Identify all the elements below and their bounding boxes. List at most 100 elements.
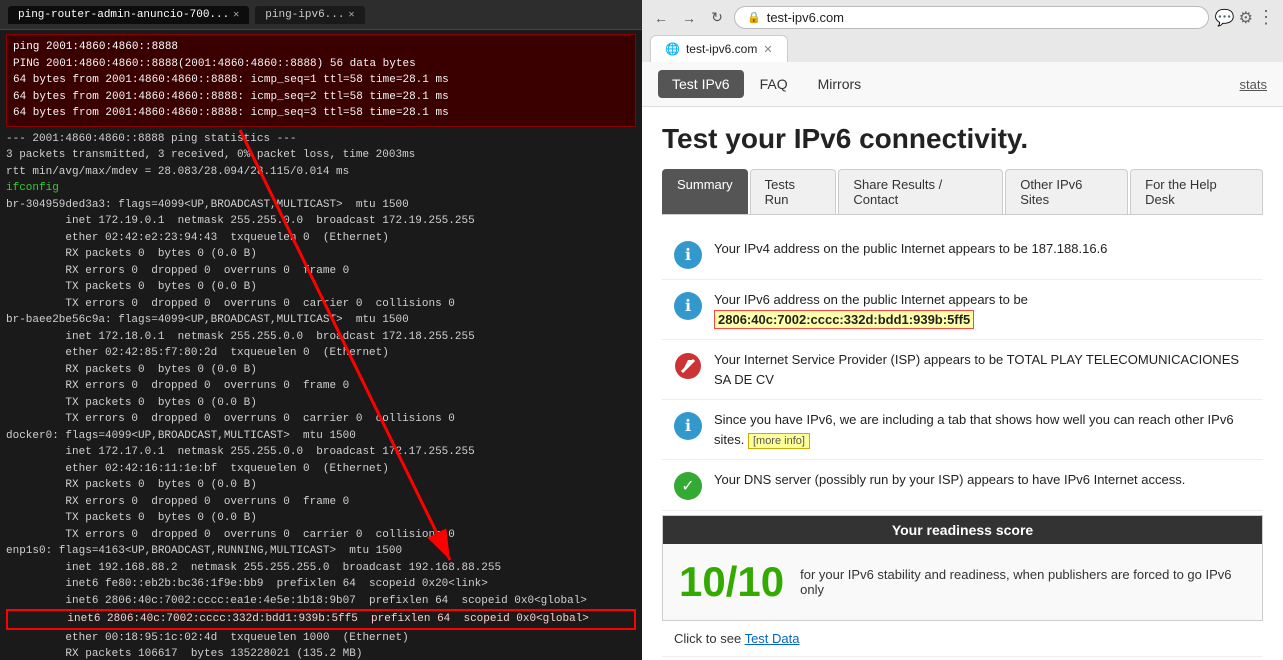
- back-button[interactable]: ←: [650, 7, 672, 29]
- stats-link[interactable]: stats: [1240, 77, 1267, 92]
- ping-output-block: ping 2001:4860:4860::8888 PING 2001:4860…: [6, 34, 636, 127]
- ipv6-address-highlight: 2806:40c:7002:cccc:332d:bdd1:939b:5ff5: [714, 310, 974, 329]
- terminal-line: 3 packets transmitted, 3 received, 0% pa…: [6, 147, 636, 164]
- readiness-header: Your readiness score: [663, 516, 1262, 544]
- readiness-body: 10/10 for your IPv6 stability and readin…: [663, 544, 1262, 620]
- terminal-line: TX errors 0 dropped 0 overruns 0 carrier…: [6, 411, 636, 428]
- terminal-line: rtt min/avg/max/mdev = 28.083/28.094/28.…: [6, 164, 636, 181]
- terminal-line: inet6 2806:40c:7002:cccc:ea1e:4e5e:1b18:…: [6, 593, 636, 610]
- info-icon-since: ℹ: [674, 412, 702, 440]
- nav-link-mirrors[interactable]: Mirrors: [804, 70, 876, 98]
- updated-stats: (Updated server side IPv6 readiness stat…: [662, 656, 1263, 660]
- terminal-tab-label: ping-router-admin-anuncio-700...: [18, 9, 229, 21]
- browser-toolbar-icons: 💬 ⚙ ⋮: [1215, 7, 1275, 28]
- terminal-line: PING 2001:4860:4860::8888(2001:4860:4860…: [13, 56, 629, 73]
- url-text: test-ipv6.com: [767, 10, 844, 25]
- more-info-link[interactable]: [more info]: [748, 433, 810, 449]
- nav-link-test-ipv6[interactable]: Test IPv6: [658, 70, 744, 98]
- info-text-ipv4: Your IPv4 address on the public Internet…: [714, 239, 1107, 259]
- terminal-line: inet6 fe80::eb2b:bc36:1f9e:bb9 prefixlen…: [6, 576, 636, 593]
- nav-link-faq[interactable]: FAQ: [746, 70, 802, 98]
- info-item-ipv4: ℹ Your IPv4 address on the public Intern…: [662, 229, 1263, 280]
- terminal-line: br-304959ded3a3: flags=4099<UP,BROADCAST…: [6, 197, 636, 214]
- content-tabs: Summary Tests Run Share Results / Contac…: [662, 169, 1263, 215]
- terminal-line: inet 172.19.0.1 netmask 255.255.0.0 broa…: [6, 213, 636, 230]
- terminal-line: RX packets 106617 bytes 135228021 (135.2…: [6, 646, 636, 660]
- info-text-isp: Your Internet Service Provider (ISP) app…: [714, 350, 1251, 389]
- info-icon-ipv6: ℹ: [674, 292, 702, 320]
- reload-button[interactable]: ↻: [706, 7, 728, 29]
- page-title: Test your IPv6 connectivity.: [662, 123, 1263, 155]
- tab-other-ipv6-sites[interactable]: Other IPv6 Sites: [1005, 169, 1128, 214]
- terminal-line: inet 172.18.0.1 netmask 255.255.0.0 broa…: [6, 329, 636, 346]
- readiness-score: 10/10: [679, 558, 784, 606]
- address-bar[interactable]: 🔒 test-ipv6.com: [734, 6, 1209, 29]
- terminal-tab-inactive[interactable]: ping-ipv6... ✕: [255, 6, 364, 24]
- arrow-icon: [674, 352, 702, 380]
- test-data-section: Click to see Test Data: [662, 621, 1263, 656]
- ipv6-text-prefix: Your IPv6 address on the public Internet…: [714, 292, 1028, 307]
- menu-icon[interactable]: ⋮: [1257, 7, 1275, 28]
- tab-share-results[interactable]: Share Results / Contact: [838, 169, 1003, 214]
- extension-icon[interactable]: ⚙: [1239, 8, 1253, 28]
- terminal-line: ether 02:42:16:11:1e:bf txqueuelen 0 (Et…: [6, 461, 636, 478]
- terminal-line: RX packets 0 bytes 0 (0.0 B): [6, 362, 636, 379]
- test-data-link[interactable]: Test Data: [745, 631, 800, 646]
- info-item-dns: ✓ Your DNS server (possibly run by your …: [662, 460, 1263, 511]
- translate-icon[interactable]: 💬: [1215, 8, 1235, 28]
- close-icon-2[interactable]: ✕: [348, 9, 354, 21]
- browser-panel: ← → ↻ 🔒 test-ipv6.com 💬 ⚙ ⋮ 🌐 test-ipv6.…: [642, 0, 1283, 660]
- info-icon-ipv4: ℹ: [674, 241, 702, 269]
- browser-tab[interactable]: 🌐 test-ipv6.com ✕: [650, 35, 788, 62]
- terminal-line: TX packets 0 bytes 0 (0.0 B): [6, 279, 636, 296]
- terminal-line: enp1s0: flags=4163<UP,BROADCAST,RUNNING,…: [6, 543, 636, 560]
- terminal-tab-label-2: ping-ipv6...: [265, 9, 344, 21]
- terminal-line: TX packets 0 bytes 0 (0.0 B): [6, 510, 636, 527]
- browser-chrome: ← → ↻ 🔒 test-ipv6.com 💬 ⚙ ⋮ 🌐 test-ipv6.…: [642, 0, 1283, 62]
- close-icon[interactable]: ✕: [233, 9, 239, 21]
- site-main-content: Test your IPv6 connectivity. Summary Tes…: [642, 107, 1283, 660]
- info-item-ipv6: ℹ Your IPv6 address on the public Intern…: [662, 280, 1263, 340]
- info-text-dns: Your DNS server (possibly run by your IS…: [714, 470, 1185, 490]
- tab-help-desk[interactable]: For the Help Desk: [1130, 169, 1263, 214]
- browser-nav-bar: ← → ↻ 🔒 test-ipv6.com 💬 ⚙ ⋮: [650, 6, 1275, 29]
- test-data-prefix: Click to see: [674, 631, 745, 646]
- terminal-line: 64 bytes from 2001:4860:4860::8888: icmp…: [13, 72, 629, 89]
- terminal-line: TX packets 0 bytes 0 (0.0 B): [6, 395, 636, 412]
- terminal-tab-bar: ping-router-admin-anuncio-700... ✕ ping-…: [0, 0, 642, 30]
- terminal-line: TX errors 0 dropped 0 overruns 0 carrier…: [6, 296, 636, 313]
- info-text-ipv6: Your IPv6 address on the public Internet…: [714, 290, 1251, 329]
- terminal-line: inet6 2806:40c:7002:cccc:332d:bdd1:939b:…: [8, 611, 634, 628]
- tab-close[interactable]: ✕: [763, 43, 772, 56]
- lock-icon: 🔒: [747, 11, 761, 24]
- terminal-line: --- 2001:4860:4860::8888 ping statistics…: [6, 131, 636, 148]
- check-icon: ✓: [674, 472, 702, 500]
- terminal-line: ether 00:18:95:1c:02:4d txqueuelen 1000 …: [6, 630, 636, 647]
- info-item-since-ipv6: ℹ Since you have IPv6, we are including …: [662, 400, 1263, 460]
- terminal-content: ping 2001:4860:4860::8888 PING 2001:4860…: [0, 30, 642, 660]
- terminal-line: inet 172.17.0.1 netmask 255.255.0.0 broa…: [6, 444, 636, 461]
- readiness-section: Your readiness score 10/10 for your IPv6…: [662, 515, 1263, 621]
- info-text-since: Since you have IPv6, we are including a …: [714, 410, 1251, 449]
- info-item-isp: Your Internet Service Provider (ISP) app…: [662, 340, 1263, 400]
- terminal-line: ether 02:42:85:f7:80:2d txqueuelen 0 (Et…: [6, 345, 636, 362]
- terminal-line: inet 192.168.88.2 netmask 255.255.255.0 …: [6, 560, 636, 577]
- terminal-line: RX errors 0 dropped 0 overruns 0 frame 0: [6, 263, 636, 280]
- terminal-line: RX errors 0 dropped 0 overruns 0 frame 0: [6, 494, 636, 511]
- site-navigation: Test IPv6 FAQ Mirrors stats: [642, 62, 1283, 107]
- terminal-line: ping 2001:4860:4860::8888: [13, 39, 629, 56]
- terminal-line: ifconfig: [6, 180, 636, 197]
- highlighted-ipv6-line: inet6 2806:40c:7002:cccc:332d:bdd1:939b:…: [6, 609, 636, 630]
- terminal-line: RX packets 0 bytes 0 (0.0 B): [6, 246, 636, 263]
- readiness-description: for your IPv6 stability and readiness, w…: [800, 567, 1246, 597]
- terminal-line: br-baee2be56c9a: flags=4099<UP,BROADCAST…: [6, 312, 636, 329]
- terminal-panel: ping-router-admin-anuncio-700... ✕ ping-…: [0, 0, 642, 660]
- tab-tests-run[interactable]: Tests Run: [750, 169, 837, 214]
- forward-button[interactable]: →: [678, 7, 700, 29]
- terminal-line: 64 bytes from 2001:4860:4860::8888: icmp…: [13, 89, 629, 106]
- tab-summary[interactable]: Summary: [662, 169, 748, 214]
- terminal-line: docker0: flags=4099<UP,BROADCAST,MULTICA…: [6, 428, 636, 445]
- terminal-line: TX errors 0 dropped 0 overruns 0 carrier…: [6, 527, 636, 544]
- terminal-tab-active[interactable]: ping-router-admin-anuncio-700... ✕: [8, 6, 249, 24]
- red-arrow-icon: [674, 352, 702, 380]
